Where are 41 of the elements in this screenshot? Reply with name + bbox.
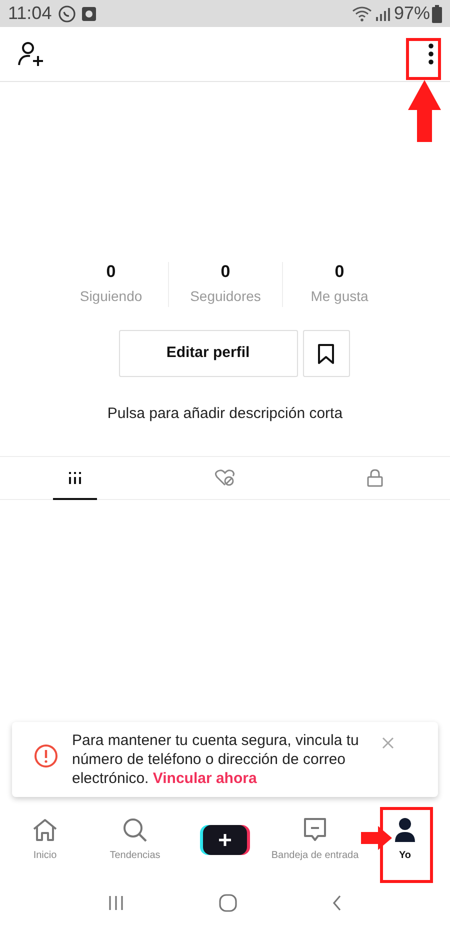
heart-hidden-icon: [214, 468, 236, 486]
close-icon[interactable]: [382, 737, 394, 749]
up-arrow: [408, 80, 441, 142]
nav-home[interactable]: Inicio: [32, 817, 58, 863]
stat-count: 0: [220, 262, 230, 282]
app-notification-icon: [82, 6, 96, 20]
videos-grid-icon: [68, 470, 82, 484]
lock-icon: [367, 468, 383, 486]
stat-label: Siguiendo: [80, 287, 142, 306]
bookmark-icon: [318, 344, 334, 364]
person-icon: [394, 817, 416, 843]
add-friend-icon[interactable]: [18, 41, 46, 67]
nav-profile[interactable]: Yo: [394, 817, 416, 863]
wifi-icon: [352, 6, 372, 22]
nav-inbox[interactable]: Bandeja de entrada: [271, 817, 359, 863]
right-arrow: [361, 826, 392, 850]
highlight-frame: [406, 38, 441, 80]
plus-icon: [218, 833, 232, 847]
stat-label: Me gusta: [310, 287, 368, 306]
message-icon: [302, 817, 327, 843]
nav-trending[interactable]: Tendencias: [110, 817, 160, 863]
stat-count: 0: [334, 262, 344, 282]
signal-icon: [374, 6, 391, 22]
home-button-icon[interactable]: [218, 894, 237, 912]
recent-apps-icon[interactable]: [108, 894, 124, 910]
battery-icon: [432, 4, 442, 22]
stat-count: 0: [106, 262, 116, 282]
battery-percent: 97%: [394, 2, 430, 25]
home-icon: [32, 818, 58, 842]
status-time: 11:04: [8, 2, 52, 25]
description-prompt[interactable]: Pulsa para añadir descripción corta: [0, 403, 450, 426]
search-icon: [122, 817, 148, 843]
create-button[interactable]: [203, 825, 247, 855]
more-options-icon[interactable]: [428, 42, 434, 66]
edit-profile-button[interactable]: Editar perfil: [118, 330, 298, 377]
banner-message: Para mantener tu cuenta segura, vincula tu número de teléfono o dirección de correo electrónico. Vincular ahora: [72, 731, 360, 788]
warning-icon: [34, 744, 58, 768]
link-now-link[interactable]: Vincular ahora: [152, 770, 257, 787]
stat-label: Seguidores: [190, 287, 261, 306]
bookmark-button[interactable]: [302, 330, 350, 377]
back-icon[interactable]: [332, 894, 342, 910]
